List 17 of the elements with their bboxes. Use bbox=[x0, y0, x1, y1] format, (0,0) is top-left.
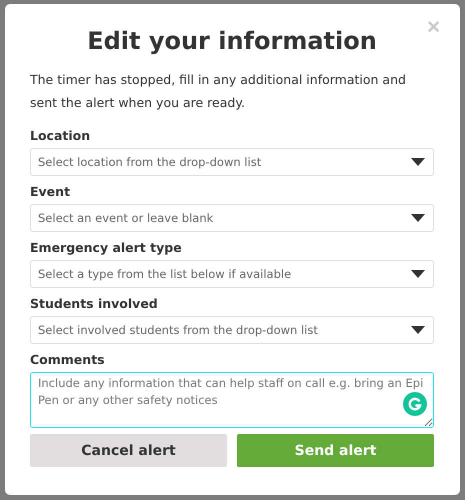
cancel-button[interactable]: Cancel alert bbox=[30, 434, 227, 467]
caret-icon bbox=[411, 326, 425, 334]
field-label: Comments bbox=[30, 351, 106, 369]
field-label: Location bbox=[30, 127, 92, 145]
field-label: Event bbox=[30, 183, 72, 201]
dialog-title: Edit your information bbox=[86, 26, 378, 56]
dropdown-field[interactable]: Select a type from the list below if available bbox=[30, 260, 434, 288]
field-label: Emergency alert type bbox=[30, 239, 183, 257]
field-label: Students involved bbox=[30, 295, 159, 313]
caret-icon bbox=[411, 270, 425, 278]
dropdown-field[interactable]: Select involved students from the drop-down list bbox=[30, 316, 434, 344]
dropdown-field[interactable]: Select an event or leave blank bbox=[30, 204, 434, 232]
caret-icon bbox=[411, 158, 425, 166]
description: The timer has stopped, fill in any additional information and sent the alert when you are ready. bbox=[30, 71, 407, 112]
dropdown-field[interactable]: Select location from the drop-down list bbox=[30, 148, 434, 176]
caret-icon bbox=[411, 214, 425, 222]
comments-field[interactable]: Include any information that can help staff on call e.g. bring an Epi Pen or any other safety notices bbox=[30, 372, 434, 428]
